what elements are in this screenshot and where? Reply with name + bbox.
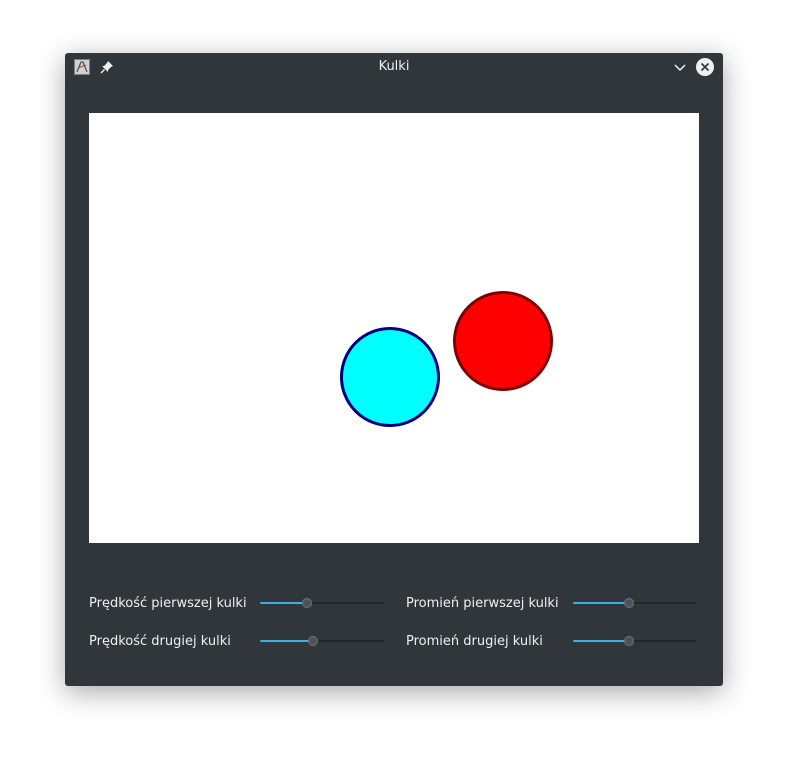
app-window: Kulki Prędkość pierwszej kulki Promień p…	[65, 53, 723, 686]
slider-fill	[573, 602, 629, 604]
slider-handle[interactable]	[623, 636, 634, 646]
drawing-canvas	[89, 113, 699, 543]
slider-fill	[573, 640, 629, 642]
window-title: Kulki	[378, 59, 410, 74]
slider-handle[interactable]	[302, 598, 313, 608]
slider-fill	[260, 602, 308, 604]
radius2-slider[interactable]	[573, 636, 697, 646]
first-ball	[340, 327, 440, 427]
radius1-slider[interactable]	[573, 598, 697, 608]
second-ball	[453, 291, 553, 391]
slider-fill	[260, 640, 314, 642]
radius1-label: Promień pierwszej kulki	[406, 596, 559, 611]
chevron-down-icon[interactable]	[672, 59, 688, 75]
speed2-slider[interactable]	[260, 636, 384, 646]
slider-handle[interactable]	[623, 598, 634, 608]
title-bar[interactable]: Kulki	[65, 53, 723, 81]
speed1-label: Prędkość pierwszej kulki	[89, 596, 247, 611]
slider-handle[interactable]	[308, 636, 319, 646]
speed2-label: Prędkość drugiej kulki	[89, 634, 231, 649]
radius2-label: Promień drugiej kulki	[406, 634, 543, 649]
speed1-slider[interactable]	[260, 598, 384, 608]
close-icon[interactable]	[696, 58, 714, 76]
